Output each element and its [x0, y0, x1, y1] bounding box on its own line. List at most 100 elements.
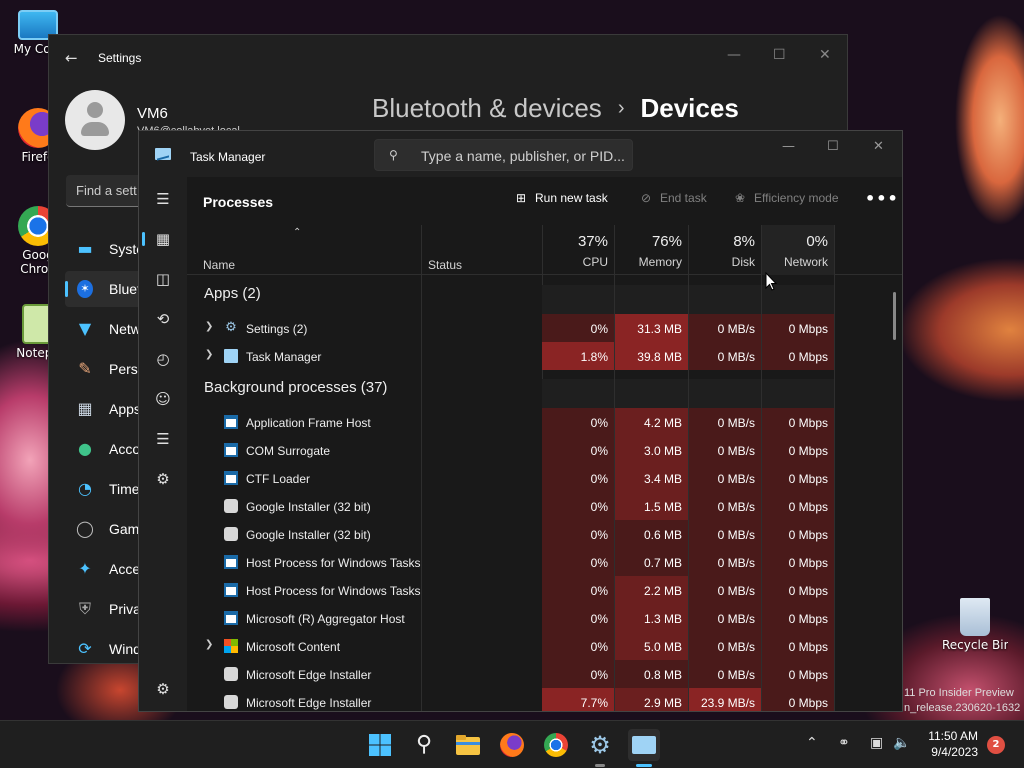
process-memory-value: 4.2 MB: [615, 408, 688, 436]
process-icon: [224, 415, 238, 429]
run-new-task-button[interactable]: ⊞ Run new task: [513, 191, 608, 205]
processes-tab-icon[interactable]: ▦: [142, 223, 179, 255]
process-icon: ⚙: [225, 320, 237, 335]
process-cpu-value: 0%: [542, 492, 614, 520]
close-icon[interactable]: ✕: [873, 139, 884, 154]
chevron-up-icon[interactable]: ⌃: [806, 735, 818, 751]
process-disk-value: 0 MB/s: [689, 492, 761, 520]
process-disk-value: 0 MB/s: [689, 342, 761, 370]
process-icon: [224, 639, 238, 653]
process-cpu-value: 0%: [542, 436, 614, 464]
hamburger-menu-icon[interactable]: ☰: [147, 183, 179, 215]
group-header-background: Background processes (37): [204, 379, 388, 396]
leaf-icon: ❀: [734, 191, 746, 205]
process-network-value: 0 Mbps: [762, 492, 834, 520]
chrome-icon[interactable]: [540, 729, 572, 761]
process-row[interactable]: Google Installer (32 bit) 0% 1.5 MB 0 MB/s 0…: [187, 492, 834, 520]
efficiency-mode-button[interactable]: ❀ Efficiency mode: [732, 191, 839, 205]
process-memory-value: 1.3 MB: [615, 604, 688, 632]
app-history-tab-icon[interactable]: ⟲: [147, 303, 179, 335]
users-tab-icon[interactable]: ☺: [147, 383, 179, 415]
process-disk-value: 0 MB/s: [689, 632, 761, 660]
process-name: Microsoft Content: [246, 640, 341, 654]
process-icon: [224, 471, 238, 485]
startup-apps-tab-icon[interactable]: ◴: [147, 343, 179, 375]
process-icon: [224, 443, 238, 457]
process-row[interactable]: COM Surrogate 0% 3.0 MB 0 MB/s 0 Mbps: [187, 436, 834, 464]
process-network-value: 0 Mbps: [762, 408, 834, 436]
page-title: Devices: [640, 93, 739, 123]
chevron-right-icon[interactable]: ❯: [205, 321, 213, 332]
vertical-scrollbar[interactable]: [893, 292, 896, 340]
more-options-button[interactable]: •••: [865, 189, 899, 208]
file-explorer-icon[interactable]: [452, 729, 484, 761]
chevron-right-icon[interactable]: ❯: [205, 349, 213, 360]
column-header-name[interactable]: Name: [203, 258, 235, 272]
process-row[interactable]: ❯ Microsoft Content 0% 5.0 MB 0 MB/s 0 Mbps: [187, 632, 834, 660]
close-icon[interactable]: ✕: [819, 47, 831, 63]
process-row[interactable]: Microsoft Edge Installer 7.7% 2.9 MB 23.9 M…: [187, 688, 834, 711]
run-task-icon: ⊞: [515, 191, 527, 205]
process-row[interactable]: ❯ ⚙ Settings (2) 0% 31.3 MB 0 MB/s 0 Mbps: [187, 314, 834, 342]
maximize-icon[interactable]: ☐: [827, 139, 839, 154]
process-cpu-value: 0%: [542, 464, 614, 492]
minimize-icon[interactable]: —: [782, 139, 795, 154]
clock[interactable]: 11:50 AM 9/4/2023: [918, 728, 978, 760]
column-header-disk[interactable]: 8% Disk: [689, 225, 761, 275]
process-memory-value: 3.0 MB: [615, 436, 688, 464]
process-memory-value: 5.0 MB: [615, 632, 688, 660]
breadcrumb-parent[interactable]: Bluetooth & devices: [372, 93, 602, 123]
process-row[interactable]: Microsoft (R) Aggregator Host 0% 1.3 MB 0 M…: [187, 604, 834, 632]
process-memory-value: 31.3 MB: [615, 314, 688, 342]
process-memory-value: 3.4 MB: [615, 464, 688, 492]
process-cpu-value: 0%: [542, 314, 614, 342]
process-name: Google Installer (32 bit): [246, 500, 371, 514]
process-icon: [224, 611, 238, 625]
firefox-icon[interactable]: [496, 729, 528, 761]
accounts-icon: ●: [78, 439, 92, 458]
network-icon: ▼: [78, 319, 92, 338]
start-icon[interactable]: [364, 729, 396, 761]
process-search-input[interactable]: ⚲ Type a name, publisher, or PID...: [374, 139, 633, 171]
column-header-memory[interactable]: 76% Memory: [615, 225, 688, 275]
network-disconnected-icon[interactable]: ⚭: [838, 735, 850, 751]
volume-icon[interactable]: 🔈: [893, 735, 910, 751]
maximize-icon[interactable]: ☐: [773, 47, 786, 63]
process-row[interactable]: Microsoft Edge Installer 0% 0.8 MB 0 MB/s 0 …: [187, 660, 834, 688]
user-name: VM6: [137, 105, 168, 122]
settings-titlebar: ← Settings — ☐ ✕: [49, 35, 847, 79]
settings-icon[interactable]: ⚙: [584, 729, 616, 767]
column-header-network[interactable]: 0% Network: [762, 225, 834, 275]
settings-gear-icon[interactable]: ⚙: [147, 673, 179, 705]
details-tab-icon[interactable]: ☰: [147, 423, 179, 455]
process-memory-value: 2.2 MB: [615, 576, 688, 604]
task-manager-icon[interactable]: [628, 729, 660, 767]
process-network-value: 0 Mbps: [762, 342, 834, 370]
column-header-cpu[interactable]: 37% CPU: [542, 225, 614, 275]
performance-tab-icon[interactable]: ◫: [147, 263, 179, 295]
process-row[interactable]: Application Frame Host 0% 4.2 MB 0 MB/s 0 Mb…: [187, 408, 834, 436]
process-cpu-value: 0%: [542, 632, 614, 660]
process-row[interactable]: CTF Loader 0% 3.4 MB 0 MB/s 0 Mbps: [187, 464, 834, 492]
process-icon: [224, 667, 238, 681]
display-icon[interactable]: ▣: [870, 735, 883, 751]
chevron-right-icon[interactable]: ❯: [205, 639, 213, 650]
process-row[interactable]: ❯ Task Manager 1.8% 39.8 MB 0 MB/s 0 Mbps: [187, 342, 834, 370]
minimize-icon[interactable]: —: [727, 47, 741, 63]
system-icon: ▬: [77, 239, 93, 258]
end-task-button[interactable]: ⊘ End task: [638, 191, 707, 205]
search-icon[interactable]: ⚲: [408, 729, 440, 761]
services-tab-icon[interactable]: ⚙: [147, 463, 179, 495]
process-row[interactable]: Host Process for Windows Tasks 0% 0.7 MB 0 …: [187, 548, 834, 576]
column-header-status[interactable]: Status: [428, 258, 462, 272]
process-row[interactable]: Host Process for Windows Tasks 0% 2.2 MB 0 …: [187, 576, 834, 604]
notification-badge[interactable]: 2: [987, 736, 1005, 754]
process-name: Host Process for Windows Tasks: [246, 584, 421, 598]
back-arrow-icon[interactable]: ←: [65, 49, 78, 67]
desktop-icon-recycle-bin[interactable]: Recycle Bin: [942, 598, 1008, 652]
avatar[interactable]: [65, 90, 125, 150]
process-row[interactable]: Google Installer (32 bit) 0% 0.6 MB 0 MB/s 0…: [187, 520, 834, 548]
accessibility-icon: ✦: [78, 559, 92, 578]
apps-icon: ▦: [77, 399, 93, 418]
process-icon: [224, 499, 238, 513]
